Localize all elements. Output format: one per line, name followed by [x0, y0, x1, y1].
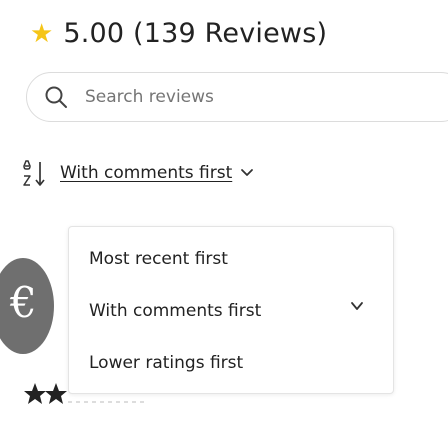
menu-item-label: With comments first [89, 301, 262, 321]
search-box[interactable] [26, 72, 448, 122]
search-icon [45, 86, 67, 108]
menu-item-most-recent[interactable]: Most recent first [69, 237, 393, 281]
sort-dropdown-trigger[interactable]: With comments first [22, 158, 254, 188]
rating-summary: ★ 5.00 (139 Reviews) [30, 18, 327, 49]
star-icon: ★ [30, 18, 54, 49]
menu-item-label: Most recent first [89, 249, 228, 269]
menu-item-with-comments[interactable]: With comments first [69, 289, 393, 333]
menu-item-label: Lower ratings first [89, 353, 244, 373]
search-input[interactable] [85, 87, 405, 107]
sort-label[interactable]: With comments first [60, 163, 232, 183]
chevron-down-icon [241, 169, 254, 176]
checkmark-icon [351, 302, 363, 310]
sort-options-menu: Most recent first With comments first Lo… [68, 226, 394, 394]
rating-summary-text: 5.00 (139 Reviews) [63, 18, 328, 49]
star-icon [45, 383, 67, 404]
avatar-glyph: € [10, 278, 37, 327]
sort-icon [23, 160, 45, 186]
menu-item-lower-ratings[interactable]: Lower ratings first [69, 341, 393, 385]
star-icon [24, 383, 46, 404]
